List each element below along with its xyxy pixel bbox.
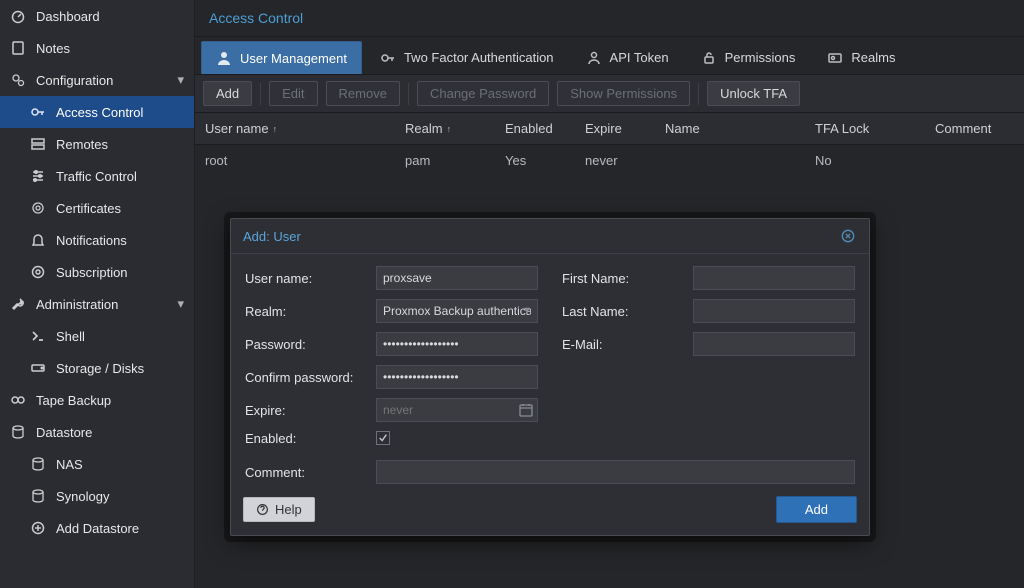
- help-label: Help: [275, 502, 302, 517]
- password-input[interactable]: [376, 332, 538, 356]
- label-confirm-password: Confirm password:: [245, 370, 370, 385]
- label-first-name: First Name:: [562, 271, 687, 286]
- modal-header: Add: User: [231, 219, 869, 254]
- modal-title: Add: User: [243, 229, 301, 244]
- label-expire: Expire:: [245, 403, 370, 418]
- label-realm: Realm:: [245, 304, 370, 319]
- confirm-password-input[interactable]: [376, 365, 538, 389]
- modal-footer: Help Add: [231, 488, 869, 535]
- close-button[interactable]: [839, 227, 857, 245]
- comment-input[interactable]: [376, 460, 855, 484]
- label-user-name: User name:: [245, 271, 370, 286]
- email-input[interactable]: [693, 332, 855, 356]
- help-button[interactable]: Help: [243, 497, 315, 522]
- modal-body: User name: Realm: ▼ Password:: [231, 254, 869, 488]
- user-name-input[interactable]: [376, 266, 538, 290]
- calendar-icon[interactable]: [518, 402, 534, 418]
- modal-add-button[interactable]: Add: [776, 496, 857, 523]
- label-email: E-Mail:: [562, 337, 687, 352]
- modal-overlay: Add: User User name: Realm: ▼: [0, 0, 1024, 588]
- label-last-name: Last Name:: [562, 304, 687, 319]
- check-icon: [378, 433, 388, 443]
- help-icon: [256, 503, 269, 516]
- label-comment: Comment:: [245, 465, 370, 480]
- add-user-modal: Add: User User name: Realm: ▼: [230, 218, 870, 536]
- expire-input[interactable]: [376, 398, 538, 422]
- last-name-input[interactable]: [693, 299, 855, 323]
- realm-select[interactable]: [376, 299, 538, 323]
- close-icon: [841, 229, 855, 243]
- enabled-checkbox[interactable]: [376, 431, 390, 445]
- label-password: Password:: [245, 337, 370, 352]
- first-name-input[interactable]: [693, 266, 855, 290]
- label-enabled: Enabled:: [245, 431, 370, 446]
